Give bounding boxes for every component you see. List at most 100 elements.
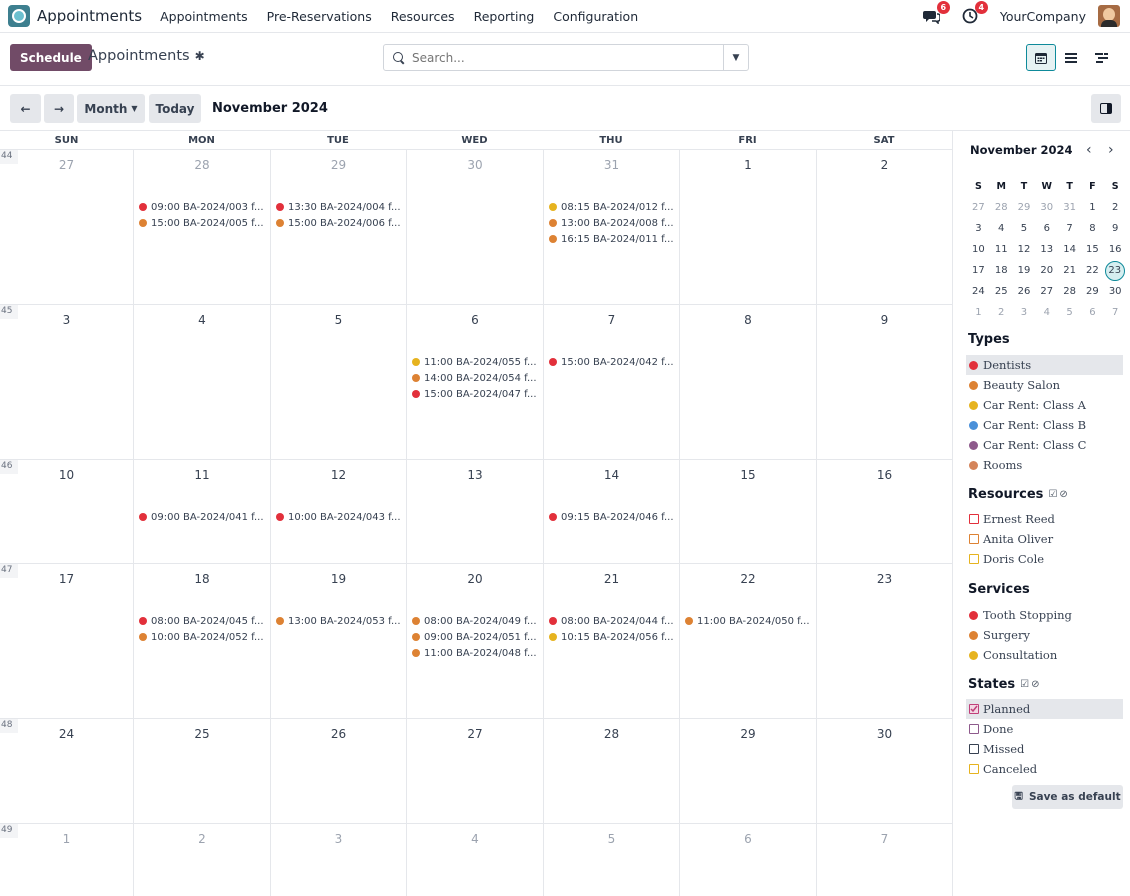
mini-day[interactable]: 25 — [990, 286, 1013, 297]
calendar-event[interactable]: 11:00 BA-2024/050 f... — [685, 613, 812, 629]
calendar-event[interactable]: 08:00 BA-2024/049 f... — [412, 613, 539, 629]
mini-day[interactable]: 8 — [1081, 223, 1104, 234]
service-filter-item[interactable]: Tooth Stopping — [966, 605, 1123, 625]
previous-button[interactable]: ← — [10, 94, 41, 123]
day-cell[interactable]: 29 13:30 BA-2024/004 f... 15:00 BA-2024/00… — [270, 150, 406, 304]
menu-appointments[interactable]: Appointments — [160, 9, 248, 24]
calendar-event[interactable]: 15:00 BA-2024/042 f... — [549, 354, 675, 370]
calendar-event[interactable]: 10:00 BA-2024/043 f... — [276, 509, 402, 525]
day-cell[interactable]: 1 — [0, 824, 133, 896]
calendar-event[interactable]: 13:30 BA-2024/004 f... — [276, 199, 402, 215]
menu-resources[interactable]: Resources — [391, 9, 455, 24]
day-cell[interactable]: 27 — [406, 719, 543, 823]
calendar-event[interactable]: 10:15 BA-2024/056 f... — [549, 629, 675, 645]
day-cell[interactable]: 2 — [816, 150, 952, 304]
type-filter-item[interactable]: Beauty Salon — [966, 375, 1123, 395]
calendar-view-button[interactable] — [1026, 44, 1056, 71]
appointments-app-icon[interactable] — [8, 5, 30, 27]
mini-day[interactable]: 26 — [1013, 286, 1036, 297]
calendar-event[interactable]: 09:00 BA-2024/041 f... — [139, 509, 266, 525]
company-switcher[interactable]: YourCompany — [1000, 9, 1086, 24]
search-options-toggle[interactable]: ▼ — [723, 45, 748, 70]
mini-day[interactable]: 15 — [1081, 244, 1104, 255]
menu-reporting[interactable]: Reporting — [474, 9, 535, 24]
mini-next-icon[interactable]: › — [1108, 142, 1114, 158]
resource-filter-item[interactable]: Ernest Reed — [966, 509, 1123, 529]
day-cell[interactable]: 17 — [0, 564, 133, 718]
mini-day[interactable]: 6 — [1035, 223, 1058, 234]
calendar-event[interactable]: 08:00 BA-2024/045 f... — [139, 613, 266, 629]
calendar-event[interactable]: 15:00 BA-2024/047 f... — [412, 386, 539, 402]
schedule-button[interactable]: Schedule — [10, 44, 92, 71]
state-filter-item[interactable]: Done — [966, 719, 1123, 739]
calendar-event[interactable]: 13:00 BA-2024/008 f... — [549, 215, 675, 231]
day-cell[interactable]: 22 11:00 BA-2024/050 f... — [679, 564, 816, 718]
search-bar[interactable]: ▼ — [383, 44, 749, 71]
mini-day[interactable]: 28 — [1058, 286, 1081, 297]
day-cell[interactable]: 3 — [270, 824, 406, 896]
gear-icon[interactable]: ✱ — [195, 49, 205, 63]
type-filter-item[interactable]: Dentists — [966, 355, 1123, 375]
day-cell[interactable]: 27 — [0, 150, 133, 304]
state-filter-item[interactable]: Planned — [966, 699, 1123, 719]
deselect-all-icon[interactable]: ⊘ — [1059, 489, 1067, 500]
mini-day[interactable]: 2 — [1104, 202, 1127, 213]
day-cell[interactable]: 9 — [816, 305, 952, 459]
mini-day[interactable]: 27 — [1035, 286, 1058, 297]
select-all-icon[interactable]: ☑ — [1020, 679, 1029, 690]
app-name[interactable]: Appointments — [37, 7, 142, 25]
calendar-event[interactable]: 15:00 BA-2024/006 f... — [276, 215, 402, 231]
day-cell[interactable]: 7 — [816, 824, 952, 896]
calendar-event[interactable]: 13:00 BA-2024/053 f... — [276, 613, 402, 629]
mini-day[interactable]: 20 — [1035, 265, 1058, 276]
calendar-event[interactable]: 08:15 BA-2024/012 f... — [549, 199, 675, 215]
day-cell[interactable]: 18 08:00 BA-2024/045 f... 10:00 BA-2024/05… — [133, 564, 270, 718]
day-cell[interactable]: 4 — [406, 824, 543, 896]
mini-prev-icon[interactable]: ‹ — [1086, 142, 1092, 158]
day-cell[interactable]: 2 — [133, 824, 270, 896]
mini-day[interactable]: 13 — [1035, 244, 1058, 255]
mini-day[interactable]: 18 — [990, 265, 1013, 276]
mini-day[interactable]: 14 — [1058, 244, 1081, 255]
mini-day[interactable]: 5 — [1058, 307, 1081, 318]
mini-day[interactable]: 19 — [1013, 265, 1036, 276]
menu-pre-reservations[interactable]: Pre-Reservations — [267, 9, 372, 24]
mini-day-today[interactable]: 23 — [1104, 260, 1125, 281]
day-cell[interactable]: 25 — [133, 719, 270, 823]
type-filter-item[interactable]: Car Rent: Class C — [966, 435, 1123, 455]
day-cell[interactable]: 31 08:15 BA-2024/012 f... 13:00 BA-2024/00… — [543, 150, 679, 304]
day-cell[interactable]: 14 09:15 BA-2024/046 f... — [543, 460, 679, 563]
day-cell[interactable]: 6 — [679, 824, 816, 896]
day-cell[interactable]: 28 09:00 BA-2024/003 f... 15:00 BA-2024/00… — [133, 150, 270, 304]
mini-day[interactable]: 7 — [1058, 223, 1081, 234]
day-cell[interactable]: 4 — [133, 305, 270, 459]
calendar-event[interactable]: 09:00 BA-2024/051 f... — [412, 629, 539, 645]
day-cell[interactable]: 24 — [0, 719, 133, 823]
resource-filter-item[interactable]: Anita Oliver — [966, 529, 1123, 549]
mini-day[interactable]: 12 — [1013, 244, 1036, 255]
day-cell[interactable]: 26 — [270, 719, 406, 823]
day-cell[interactable]: 30 — [406, 150, 543, 304]
type-filter-item[interactable]: Car Rent: Class B — [966, 415, 1123, 435]
service-filter-item[interactable]: Consultation — [966, 645, 1123, 665]
mini-day[interactable]: 11 — [990, 244, 1013, 255]
calendar-event[interactable]: 15:00 BA-2024/005 f... — [139, 215, 266, 231]
mini-day[interactable]: 6 — [1081, 307, 1104, 318]
day-cell[interactable]: 16 — [816, 460, 952, 563]
day-cell[interactable]: 13 — [406, 460, 543, 563]
service-filter-item[interactable]: Surgery — [966, 625, 1123, 645]
today-button[interactable]: Today — [149, 94, 201, 123]
mini-day[interactable]: 22 — [1081, 265, 1104, 276]
scale-dropdown[interactable]: Month ▼ — [77, 94, 145, 123]
day-cell[interactable]: 12 10:00 BA-2024/043 f... — [270, 460, 406, 563]
day-cell[interactable]: 10 — [0, 460, 133, 563]
mini-day[interactable]: 30 — [1035, 202, 1058, 213]
day-cell[interactable]: 3 — [0, 305, 133, 459]
type-filter-item[interactable]: Car Rent: Class A — [966, 395, 1123, 415]
menu-configuration[interactable]: Configuration — [553, 9, 638, 24]
day-cell[interactable]: 11 09:00 BA-2024/041 f... — [133, 460, 270, 563]
day-cell[interactable]: 23 — [816, 564, 952, 718]
messages-icon[interactable]: 6 — [920, 1, 950, 26]
calendar-event[interactable]: 09:00 BA-2024/003 f... — [139, 199, 266, 215]
calendar-event[interactable]: 09:15 BA-2024/046 f... — [549, 509, 675, 525]
